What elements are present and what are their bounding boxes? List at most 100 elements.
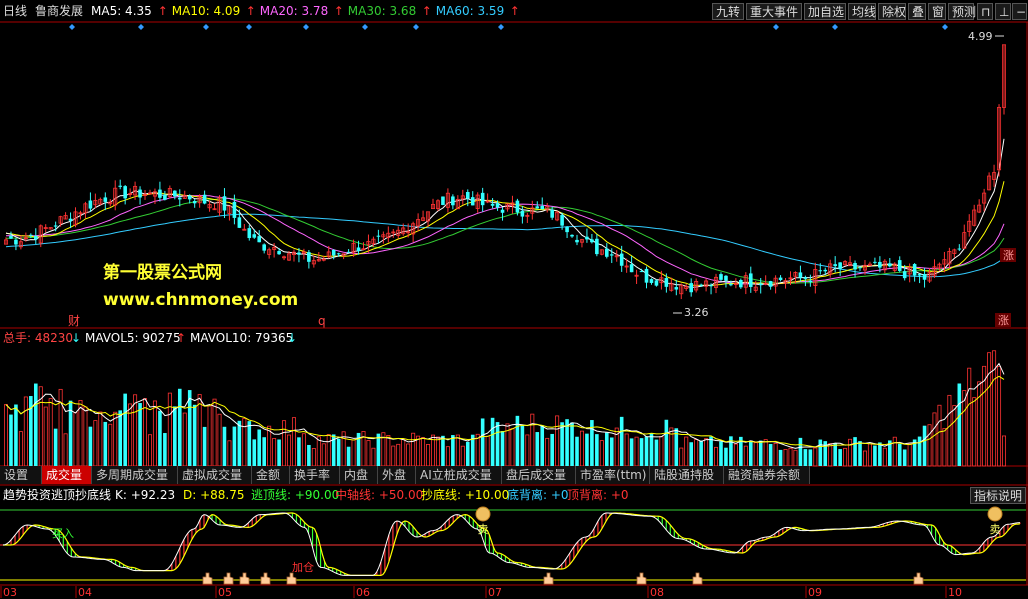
tab-volume[interactable]: 成交量 bbox=[42, 466, 92, 484]
volume-bar bbox=[848, 438, 853, 467]
window-button[interactable]: 窗 bbox=[928, 3, 946, 20]
hand-signal-icon bbox=[223, 572, 234, 585]
candle-body bbox=[346, 251, 351, 253]
lock-icon[interactable]: ⊓ bbox=[977, 3, 993, 20]
tab-ai-volume[interactable]: AI立桩成交量 bbox=[416, 466, 502, 484]
volume-bar bbox=[595, 434, 599, 466]
event-diamond-icon bbox=[942, 24, 948, 30]
volume-bar bbox=[426, 444, 431, 467]
indicator-help-button[interactable]: 指标说明 bbox=[970, 487, 1026, 504]
ma-button[interactable]: 均线 bbox=[848, 3, 876, 20]
overlay-button[interactable]: 叠 bbox=[908, 3, 926, 20]
volume-bar bbox=[242, 418, 247, 467]
tab-margin[interactable]: 融资融券余额 bbox=[724, 466, 810, 484]
tab-outer[interactable]: 外盘 bbox=[378, 466, 416, 484]
candle-body bbox=[639, 271, 644, 273]
candle-body bbox=[897, 260, 902, 271]
volume-bar bbox=[14, 404, 18, 466]
volume-bar bbox=[743, 445, 748, 467]
jiuzhuan-button[interactable]: 九转 bbox=[712, 3, 744, 20]
volume-bar bbox=[525, 434, 530, 467]
volume-bar bbox=[679, 447, 684, 467]
candle-body bbox=[748, 273, 753, 287]
sell-signal-icon bbox=[475, 506, 491, 522]
volume-bar bbox=[73, 412, 78, 467]
volume-bar bbox=[828, 443, 833, 467]
volume-bar bbox=[515, 415, 520, 466]
volume-bar bbox=[972, 397, 977, 467]
volume-bar bbox=[838, 449, 842, 466]
candle-body bbox=[833, 264, 837, 267]
indicator-k: K: +92.23 bbox=[115, 488, 175, 502]
volume-bar bbox=[217, 413, 222, 467]
candle-body bbox=[515, 200, 520, 213]
volume-bar bbox=[520, 424, 525, 466]
volume-bar bbox=[351, 439, 356, 467]
volume-bar bbox=[18, 431, 23, 467]
volume-bar bbox=[907, 443, 912, 467]
volume-bar bbox=[396, 443, 401, 467]
candle-body bbox=[778, 277, 783, 281]
volume-bar bbox=[753, 442, 758, 467]
volume-bar bbox=[778, 449, 783, 466]
volume-bar bbox=[704, 438, 709, 467]
exright-button[interactable]: 除权 bbox=[878, 3, 906, 20]
tab-amount[interactable]: 金额 bbox=[252, 466, 290, 484]
tab-virtual-volume[interactable]: 虚拟成交量 bbox=[178, 466, 252, 484]
pin-icon[interactable]: ⊥ bbox=[995, 3, 1011, 20]
volume-bar bbox=[33, 383, 38, 466]
volume-bar bbox=[272, 438, 277, 467]
volume-bar bbox=[853, 437, 857, 466]
volume-bar bbox=[937, 404, 942, 467]
tab-turnover[interactable]: 换手率 bbox=[290, 466, 340, 484]
tab-northbound[interactable]: 陆股通持股 bbox=[650, 466, 724, 484]
hand-signal-icon bbox=[692, 572, 703, 585]
volume-bar bbox=[1002, 435, 1007, 467]
volume-bar bbox=[818, 439, 823, 466]
volume-bar bbox=[545, 437, 550, 467]
volume-bar bbox=[977, 381, 982, 467]
tab-multiperiod-volume[interactable]: 多周期成交量 bbox=[92, 466, 178, 484]
minus-icon[interactable]: − bbox=[1012, 3, 1027, 20]
candle-body bbox=[629, 264, 634, 273]
month-tick-label: 03 bbox=[3, 586, 17, 599]
volume-bar bbox=[311, 448, 316, 467]
forecast-button[interactable]: 预测 bbox=[948, 3, 976, 20]
candle-body bbox=[540, 205, 545, 210]
candle-body bbox=[163, 194, 167, 200]
candle-body bbox=[644, 268, 649, 283]
tab-settings[interactable]: 设置 bbox=[0, 466, 42, 484]
candle-body bbox=[674, 287, 679, 290]
volume-bar bbox=[282, 420, 287, 467]
volume-bar bbox=[932, 412, 937, 467]
candle-body bbox=[550, 209, 554, 218]
volume-bar bbox=[207, 405, 212, 467]
month-tick-label: 07 bbox=[488, 586, 502, 599]
volume-bar bbox=[604, 432, 609, 466]
volume-bar bbox=[277, 439, 281, 466]
volume-bar bbox=[882, 447, 887, 467]
event-diamond-icon bbox=[203, 24, 209, 30]
major-events-button[interactable]: 重大事件 bbox=[746, 3, 802, 20]
indicator-bottom-divergence: 底背离: +0 bbox=[507, 487, 569, 502]
candle-body bbox=[158, 189, 162, 198]
candle-body bbox=[724, 275, 728, 281]
candle-body bbox=[9, 235, 13, 239]
volume-bar bbox=[173, 406, 177, 466]
volume-bar bbox=[237, 420, 242, 466]
tab-inner[interactable]: 内盘 bbox=[340, 466, 378, 484]
event-diamond-icon bbox=[138, 24, 144, 30]
volume-bar bbox=[23, 396, 28, 467]
candle-body bbox=[649, 279, 654, 283]
tab-pe-ttm[interactable]: 市盈率(ttm) bbox=[576, 466, 650, 484]
candle-body bbox=[123, 186, 127, 199]
candle-body bbox=[823, 269, 828, 272]
hand-signal-icon bbox=[913, 572, 924, 585]
tab-afterhours-volume[interactable]: 盘后成交量 bbox=[502, 466, 576, 484]
volume-bar bbox=[83, 406, 88, 467]
add-watchlist-button[interactable]: 加自选 bbox=[804, 3, 846, 20]
candle-body bbox=[888, 263, 892, 267]
candle-body bbox=[29, 234, 33, 236]
indicator-bottom-line: 抄底线: +10.00 bbox=[421, 487, 509, 502]
volume-bar bbox=[98, 411, 103, 467]
